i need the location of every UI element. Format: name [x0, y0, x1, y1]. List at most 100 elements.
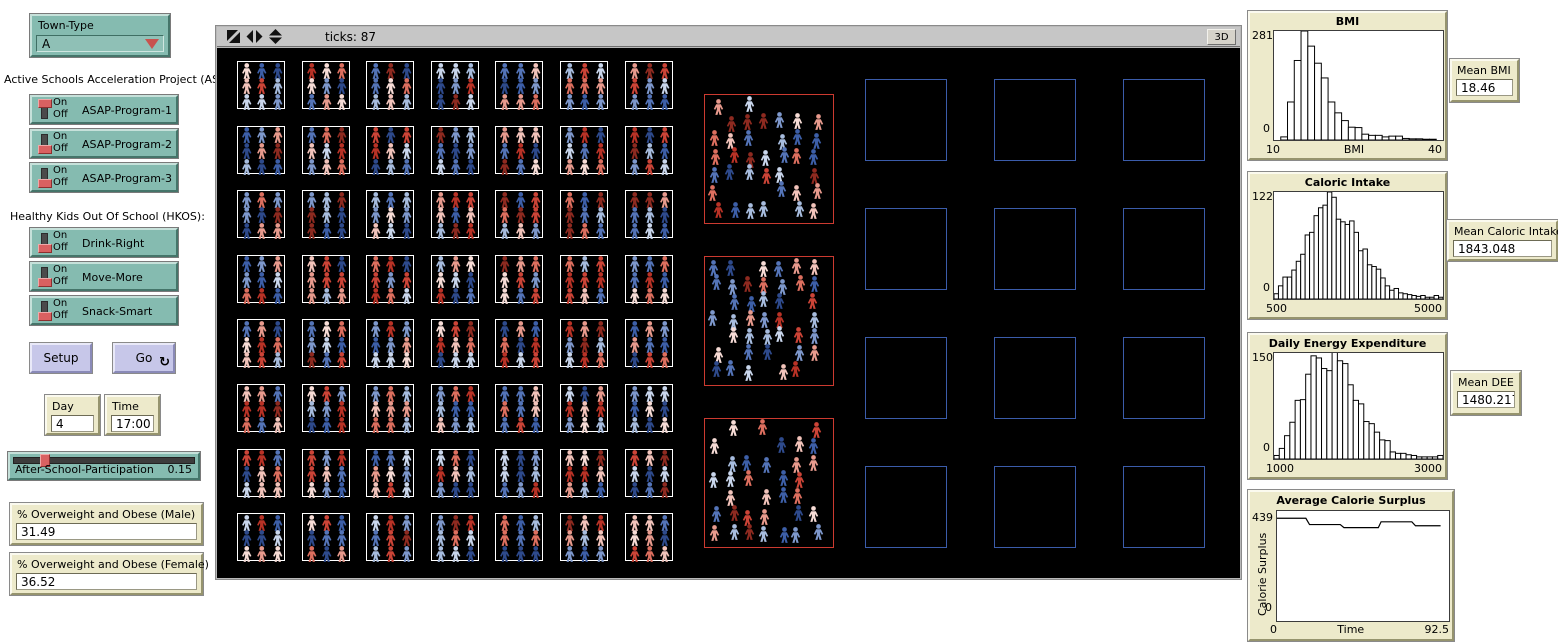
resize-diagonal-icon[interactable]: [226, 29, 241, 44]
female-overweight-monitor: % Overweight and Obese (Female) 36.52: [10, 553, 203, 595]
person-icon: [271, 223, 285, 239]
person-icon: [369, 321, 383, 337]
histogram-bar: [1376, 269, 1380, 299]
vertical-arrows-icon[interactable]: [268, 29, 283, 44]
person-icon: [384, 450, 398, 466]
person-icon: [498, 207, 512, 223]
person-icon: [434, 192, 448, 208]
household-cell: [302, 190, 350, 238]
person-icon: [369, 63, 383, 79]
switch-asap-program-2[interactable]: OnOff ASAP-Program-2: [30, 129, 178, 158]
person-icon: [434, 337, 448, 353]
after-school-participation-slider[interactable]: After-School-Participation 0.15: [8, 452, 200, 480]
person-icon: [594, 352, 608, 368]
switch-drink-right[interactable]: OnOff Drink-Right: [30, 228, 178, 257]
person-icon: [628, 530, 642, 546]
switch-handle[interactable]: [38, 145, 52, 154]
person-icon: [434, 466, 448, 482]
person-icon: [628, 466, 642, 482]
person-icon: [594, 78, 608, 94]
person-icon: [628, 78, 642, 94]
person-icon: [658, 78, 672, 94]
switch-asap-program-1[interactable]: OnOff ASAP-Program-1: [30, 95, 178, 124]
switch-handle[interactable]: [38, 99, 52, 108]
person-icon: [240, 515, 254, 531]
person-icon: [449, 207, 463, 223]
person-icon: [271, 401, 285, 417]
person-icon: [384, 546, 398, 562]
horizontal-arrows-icon[interactable]: [246, 29, 263, 44]
person-icon: [464, 207, 478, 223]
person-icon: [643, 352, 657, 368]
household-cell: [302, 513, 350, 561]
household-cell: [560, 384, 608, 432]
histogram-bar: [1328, 102, 1335, 140]
person-icon: [255, 386, 269, 402]
person-icon: [563, 288, 577, 304]
go-button[interactable]: Go ↻: [113, 343, 175, 373]
person-icon: [305, 450, 319, 466]
histogram-bar: [1322, 369, 1327, 459]
person-icon: [761, 329, 774, 345]
person-icon: [498, 466, 512, 482]
switch-track[interactable]: [41, 267, 48, 286]
town-type-select[interactable]: A: [36, 35, 164, 52]
histogram-bar: [1318, 208, 1322, 299]
person-icon: [369, 272, 383, 288]
switch-track[interactable]: [41, 134, 48, 153]
town-type-chooser[interactable]: Town-Type A: [30, 14, 170, 57]
histogram-bar: [1409, 139, 1416, 140]
bmi-plot-canvas: [1273, 30, 1444, 141]
person-icon: [255, 482, 269, 498]
switch-track[interactable]: [41, 301, 48, 320]
person-icon: [400, 192, 414, 208]
person-icon: [578, 401, 592, 417]
x-max-tick: 92.5: [1424, 623, 1449, 636]
switch-handle[interactable]: [38, 312, 52, 321]
person-icon: [594, 192, 608, 208]
person-icon: [434, 386, 448, 402]
histogram-bar: [1375, 135, 1382, 140]
switch-track[interactable]: [41, 233, 48, 252]
person-icon: [255, 94, 269, 110]
person-icon: [744, 203, 757, 219]
person-icon: [643, 272, 657, 288]
person-icon: [777, 487, 790, 503]
histogram-bar: [1372, 267, 1376, 299]
switch-move-more[interactable]: OnOff Move-More: [30, 262, 178, 291]
switch-asap-program-3[interactable]: OnOff ASAP-Program-3: [30, 163, 178, 192]
person-icon: [255, 337, 269, 353]
person-icon: [400, 223, 414, 239]
switch-track[interactable]: [41, 100, 48, 119]
person-icon: [643, 127, 657, 143]
setup-button[interactable]: Setup: [30, 343, 92, 373]
switch-track[interactable]: [41, 168, 48, 187]
view-3d-button[interactable]: 3D: [1207, 29, 1236, 45]
person-icon: [643, 417, 657, 433]
person-icon: [628, 321, 642, 337]
mean-caloric-intake-monitor: Mean Caloric Intake 1843.048: [1447, 220, 1558, 261]
person-icon: [449, 63, 463, 79]
histogram-bar: [1308, 46, 1315, 140]
person-icon: [514, 530, 528, 546]
person-icon: [628, 223, 642, 239]
person-icon: [529, 223, 543, 239]
person-icon: [434, 207, 448, 223]
person-icon: [434, 417, 448, 433]
person-icon: [807, 203, 820, 219]
person-icon: [578, 417, 592, 433]
switch-handle[interactable]: [38, 244, 52, 253]
switch-snack-smart[interactable]: OnOff Snack-Smart: [30, 296, 178, 325]
world-canvas[interactable]: [217, 48, 1240, 578]
switch-handle[interactable]: [38, 278, 52, 287]
person-icon: [320, 192, 334, 208]
histogram-bar: [1394, 288, 1398, 299]
person-icon: [529, 272, 543, 288]
person-icon: [792, 505, 805, 521]
switch-handle[interactable]: [38, 179, 52, 188]
person-icon: [760, 457, 773, 473]
person-icon: [320, 417, 334, 433]
person-icon: [514, 127, 528, 143]
person-icon: [594, 337, 608, 353]
person-icon: [594, 450, 608, 466]
